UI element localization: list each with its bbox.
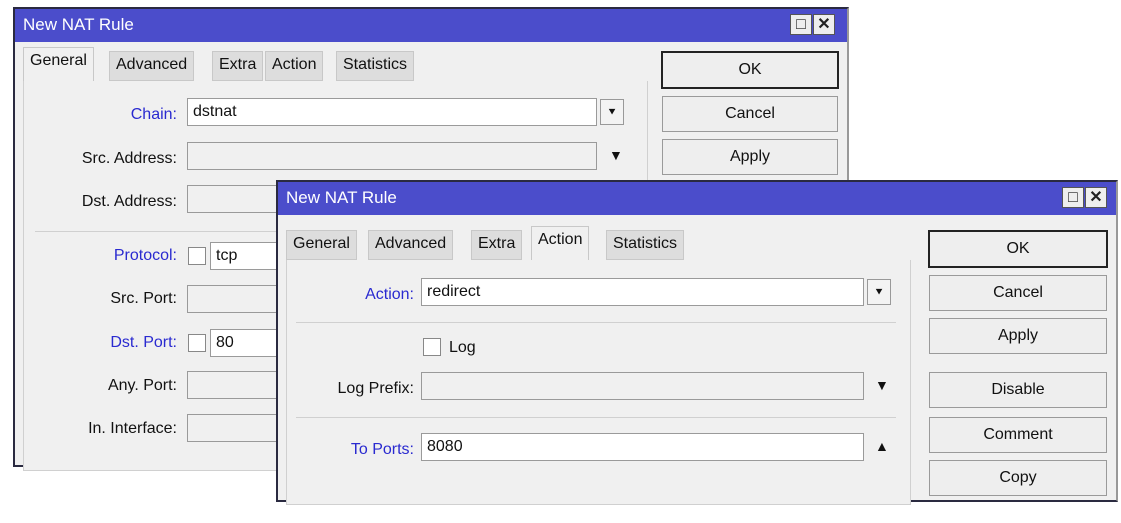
dst-port-negate-checkbox[interactable] [188,334,206,352]
window-title: New NAT Rule [286,188,397,207]
comment-button[interactable]: Comment [929,417,1107,453]
tab-action[interactable]: Action [531,226,589,261]
chain-label: Chain: [131,106,177,124]
tab-action[interactable]: Action [265,51,323,81]
to-ports-collapse-icon[interactable]: ▲ [875,438,889,454]
to-ports-label: To Ports: [351,441,414,459]
action-label: Action: [365,286,414,304]
tab-bar: General Advanced Extra Action Statistics [286,226,906,260]
log-prefix-label: Log Prefix: [338,380,414,398]
src-address-dropdown-icon[interactable]: ▼ [609,147,623,163]
chain-dropdown-icon[interactable]: ⯆ [600,99,624,125]
window-title-bar[interactable]: New NAT Rule [278,182,1116,215]
close-icon[interactable]: ✕ [1085,187,1107,208]
protocol-label: Protocol: [114,247,177,265]
dst-port-label: Dst. Port: [110,334,177,352]
log-checkbox[interactable] [423,338,441,356]
tab-statistics[interactable]: Statistics [336,51,414,81]
separator [296,322,896,323]
chain-input[interactable]: dstnat [187,98,597,126]
tab-advanced[interactable]: Advanced [368,230,453,260]
tab-extra[interactable]: Extra [471,230,522,260]
window-title-bar[interactable]: New NAT Rule [15,9,847,42]
in-interface-label: In. Interface: [88,420,177,438]
src-address-label: Src. Address: [82,150,177,168]
apply-button[interactable]: Apply [662,139,838,175]
in-interface-input[interactable] [187,414,287,442]
tab-general[interactable]: General [286,230,357,260]
src-address-input[interactable] [187,142,597,170]
cancel-button[interactable]: Cancel [929,275,1107,311]
maximize-icon[interactable]: □ [1062,187,1084,208]
dst-address-label: Dst. Address: [82,193,177,211]
ok-button[interactable]: OK [928,230,1108,268]
src-port-label: Src. Port: [110,290,177,308]
tab-statistics[interactable]: Statistics [606,230,684,260]
to-ports-input[interactable]: 8080 [421,433,864,461]
log-prefix-input[interactable] [421,372,864,400]
nat-rule-window-front: New NAT Rule □ ✕ General Advanced Extra … [276,180,1118,502]
close-icon[interactable]: ✕ [813,14,835,35]
window-title: New NAT Rule [23,15,134,34]
separator [296,417,896,418]
cancel-button[interactable]: Cancel [662,96,838,132]
any-port-label: Any. Port: [108,377,177,395]
copy-button[interactable]: Copy [929,460,1107,496]
tab-bar: General Advanced Extra Action Statistics [23,47,643,81]
tab-general[interactable]: General [23,47,94,82]
tab-advanced[interactable]: Advanced [109,51,194,81]
action-dropdown-icon[interactable]: ⯆ [867,279,891,305]
maximize-icon[interactable]: □ [790,14,812,35]
src-port-input[interactable] [187,285,287,313]
disable-button[interactable]: Disable [929,372,1107,408]
log-prefix-dropdown-icon[interactable]: ▼ [875,377,889,393]
tab-extra[interactable]: Extra [212,51,263,81]
protocol-negate-checkbox[interactable] [188,247,206,265]
action-input[interactable]: redirect [421,278,864,306]
log-label[interactable]: Log [449,339,476,357]
ok-button[interactable]: OK [661,51,839,89]
any-port-input[interactable] [187,371,287,399]
apply-button[interactable]: Apply [929,318,1107,354]
